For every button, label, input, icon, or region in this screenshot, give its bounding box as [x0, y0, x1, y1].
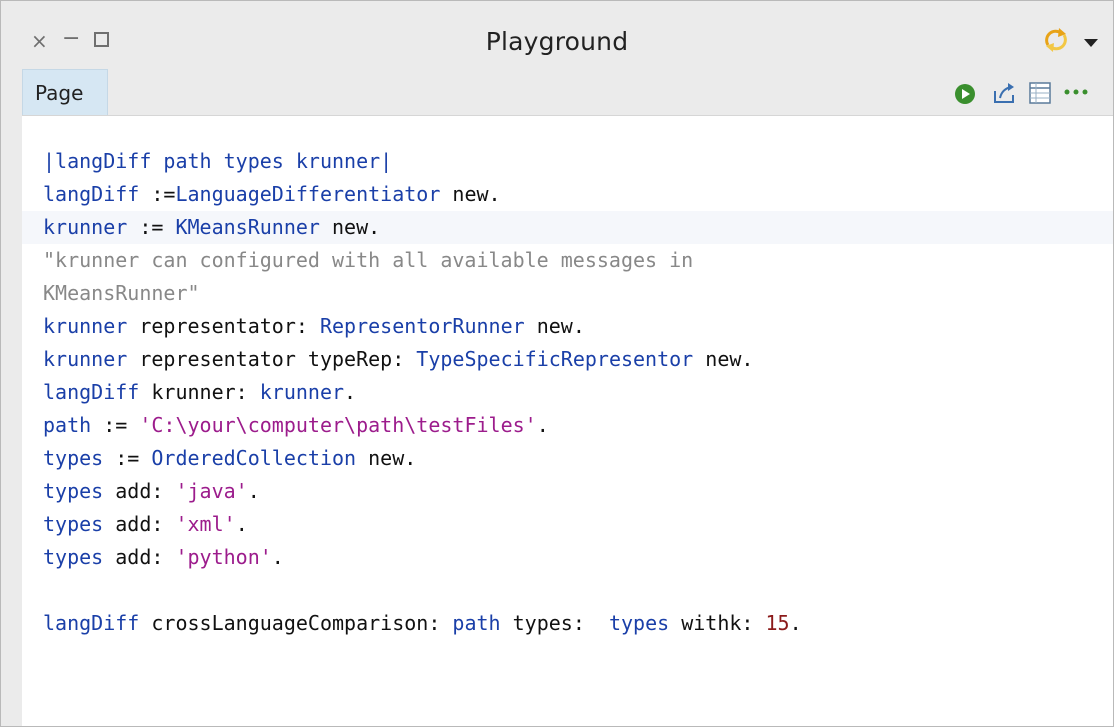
code-token: add:	[103, 545, 176, 569]
code-token: :=	[91, 413, 140, 437]
window-menu-caret-icon[interactable]	[1084, 39, 1098, 47]
code-line: krunner representator: RepresentorRunner…	[43, 310, 1113, 343]
code-token: representator typeRep:	[127, 347, 417, 371]
code-token: types:	[500, 611, 609, 635]
code-token: .	[536, 413, 549, 437]
code-line: langDiff :=LanguageDifferentiator new.	[43, 178, 1113, 211]
code-token: types	[43, 545, 104, 569]
code-token: new.	[693, 347, 754, 371]
code-token: langDiff	[43, 182, 140, 206]
code-line: langDiff crossLanguageComparison: path t…	[43, 607, 1113, 640]
more-icon[interactable]	[1063, 85, 1089, 99]
code-token: krunner	[43, 314, 128, 338]
code-line: path := 'C:\your\computer\path\testFiles…	[43, 409, 1113, 442]
table-icon[interactable]	[1029, 82, 1051, 104]
code-line-current: krunner := KMeansRunner new.	[22, 211, 1113, 244]
code-token: types	[608, 611, 670, 635]
code-token: LanguageDifferentiator	[175, 182, 441, 206]
export-icon[interactable]	[992, 81, 1016, 105]
code-text[interactable]: |langDiff path types krunner| langDiff :…	[22, 145, 1113, 640]
code-token: withk:	[669, 611, 766, 635]
code-line: types add: 'python'.	[43, 541, 1113, 574]
code-token: new.	[356, 446, 417, 470]
code-line: KMeansRunner"	[43, 277, 1113, 310]
code-string: 'C:\your\computer\path\testFiles'	[139, 413, 537, 437]
code-token: crossLanguageComparison:	[139, 611, 453, 635]
code-token: OrderedCollection	[151, 446, 357, 470]
code-token: :=	[139, 182, 176, 206]
code-token: :=	[127, 215, 176, 239]
code-token: representator:	[127, 314, 320, 338]
code-line: langDiff krunner: krunner.	[43, 376, 1113, 409]
code-line: types := OrderedCollection new.	[43, 442, 1113, 475]
code-comment: KMeansRunner"	[43, 281, 200, 305]
code-token: langDiff	[43, 380, 140, 404]
code-token: .	[271, 545, 284, 569]
code-token: |langDiff path types krunner|	[43, 149, 393, 173]
code-token: new.	[440, 182, 501, 206]
code-token: KMeansRunner	[175, 215, 320, 239]
tab-page-label: Page	[35, 81, 84, 105]
code-token: add:	[103, 479, 176, 503]
tab-page[interactable]: Page	[22, 69, 108, 115]
code-token: types	[43, 446, 104, 470]
code-token: new.	[524, 314, 585, 338]
code-token: .	[247, 479, 260, 503]
code-token: krunner	[43, 215, 128, 239]
code-token: krunner:	[139, 380, 260, 404]
code-token: types	[43, 479, 104, 503]
code-token: .	[235, 512, 248, 536]
title-bar[interactable]: × − Playground	[1, 1, 1113, 75]
code-token: path	[452, 611, 501, 635]
play-icon[interactable]	[954, 83, 976, 105]
code-line: "krunner can configured with all availab…	[43, 244, 1113, 277]
code-token: krunner	[259, 380, 345, 404]
code-number: 15	[765, 611, 790, 635]
code-token: langDiff	[43, 611, 140, 635]
code-editor[interactable]: |langDiff path types krunner| langDiff :…	[22, 115, 1113, 726]
code-token: krunner	[43, 347, 128, 371]
code-line: types add: 'java'.	[43, 475, 1113, 508]
code-string: 'xml'	[175, 512, 236, 536]
code-token: new.	[319, 215, 381, 239]
code-string: 'python'	[175, 545, 272, 569]
code-token: add:	[103, 512, 176, 536]
code-line: krunner representator typeRep: TypeSpeci…	[43, 343, 1113, 376]
code-token: .	[344, 380, 357, 404]
code-line: types add: 'xml'.	[43, 508, 1113, 541]
sync-icon[interactable]	[1039, 25, 1073, 55]
playground-window: × − Playground Page |langDiff path types…	[0, 0, 1114, 727]
code-line: |langDiff path types krunner|	[43, 145, 1113, 178]
window-title: Playground	[485, 27, 629, 56]
code-token: .	[789, 611, 802, 635]
code-token: TypeSpecificRepresentor	[416, 347, 694, 371]
code-token: RepresentorRunner	[319, 314, 525, 338]
code-token: :=	[103, 446, 152, 470]
code-token: types	[43, 512, 104, 536]
code-comment: "krunner can configured with all availab…	[43, 248, 694, 272]
code-token: path	[43, 413, 92, 437]
code-string: 'java'	[175, 479, 248, 503]
